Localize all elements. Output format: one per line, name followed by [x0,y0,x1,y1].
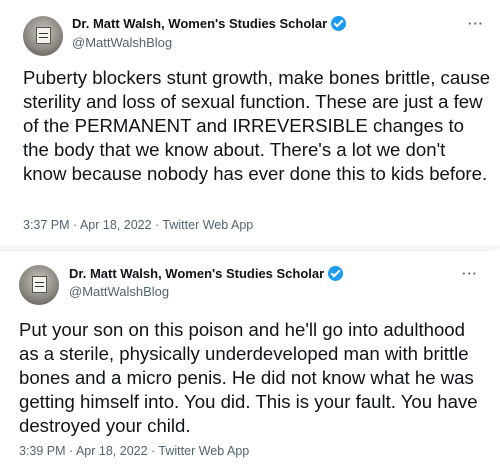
author-name[interactable]: Dr. Matt Walsh, Women's Studies Scholar [72,16,327,31]
tweet-text: Put your son on this poison and he'll go… [19,319,478,436]
tweet-text: Puberty blockers stunt growth, make bone… [23,67,491,184]
author-name[interactable]: Dr. Matt Walsh, Women's Studies Scholar [69,266,324,281]
author-handle[interactable]: @MattWalshBlog [69,284,169,299]
tweet-timestamp[interactable]: 3:39 PM · Apr 18, 2022 · Twitter Web App [19,444,249,458]
author-avatar[interactable] [19,265,59,305]
author-handle[interactable]: @MattWalshBlog [72,35,172,50]
author-name-row[interactable]: Dr. Matt Walsh, Women's Studies Scholar [69,266,344,281]
more-options-icon[interactable]: ··· [468,16,484,31]
avatar-sign-graphic [36,27,51,44]
tweet-timestamp[interactable]: 3:37 PM · Apr 18, 2022 · Twitter Web App [23,218,253,232]
verified-badge-icon [331,16,347,31]
tweet-card[interactable]: Dr. Matt Walsh, Women's Studies Scholar … [0,250,492,476]
tweet-card[interactable]: Dr. Matt Walsh, Women's Studies Scholar … [0,0,500,245]
author-name-row[interactable]: Dr. Matt Walsh, Women's Studies Scholar [72,16,347,31]
more-options-icon[interactable]: ··· [462,266,478,281]
verified-badge-icon [328,266,344,281]
author-avatar[interactable] [23,16,63,56]
avatar-sign-graphic [32,276,47,293]
